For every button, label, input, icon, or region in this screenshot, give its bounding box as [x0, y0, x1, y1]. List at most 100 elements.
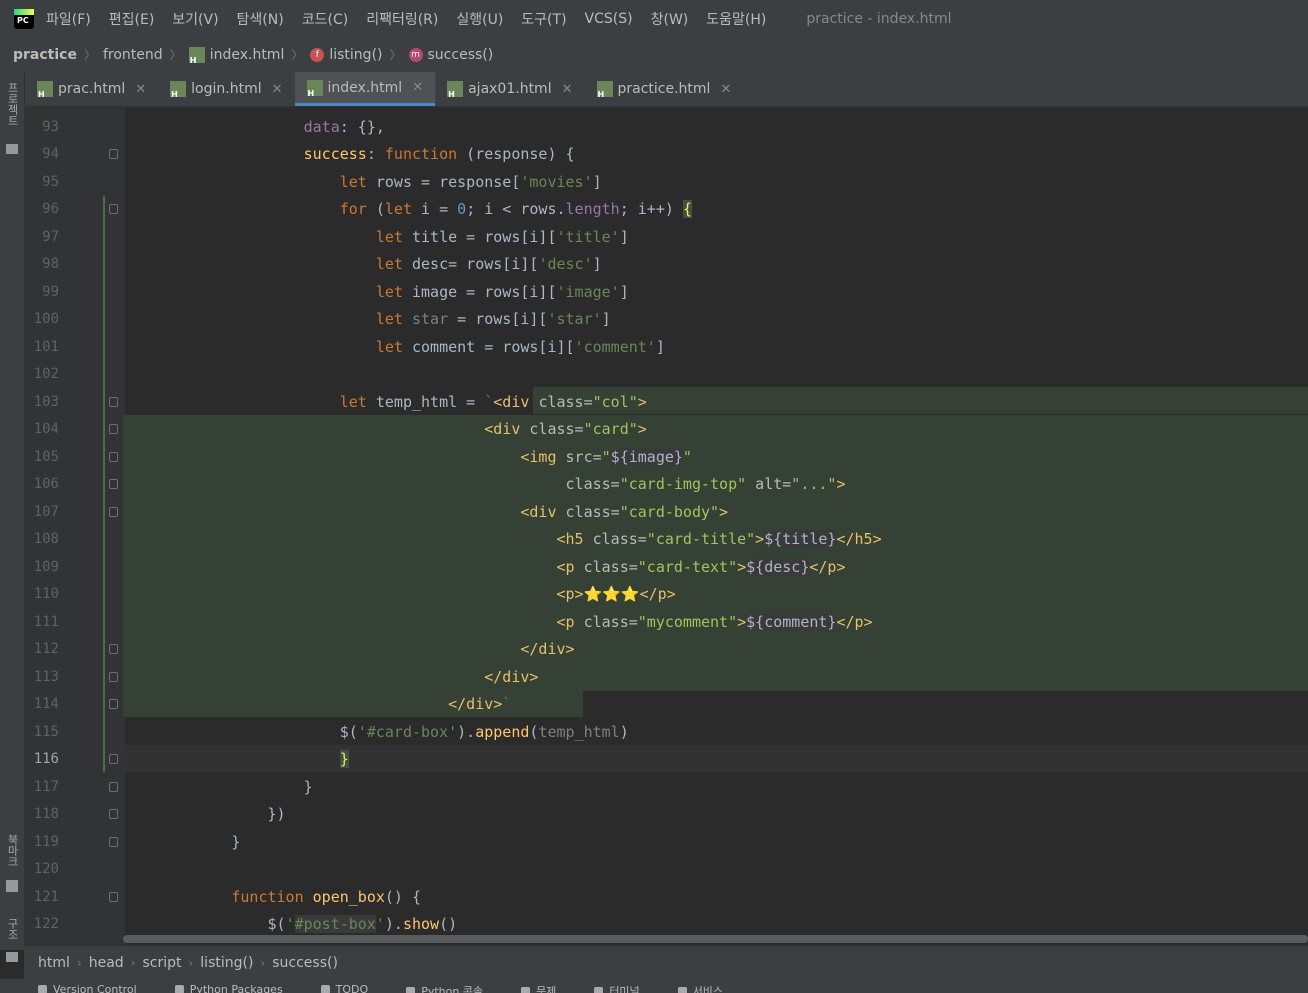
tool-window-bar: Version Control Python Packages TODO Pyt…	[0, 979, 1308, 993]
menu-navigate[interactable]: 탐색(N)	[237, 9, 284, 29]
code-line: 107 <div class="card-body">	[25, 499, 1308, 526]
fold-toggle-icon[interactable]	[109, 892, 118, 902]
fold-toggle-icon[interactable]	[109, 809, 118, 819]
terminal-icon	[594, 986, 604, 993]
tab-label: prac.html	[58, 81, 126, 97]
tab-ajax01-html[interactable]: ajax01.html ✕	[435, 72, 584, 106]
fold-toggle-icon[interactable]	[109, 507, 118, 517]
services-icon	[677, 986, 687, 993]
crumb-head[interactable]: head	[89, 955, 124, 971]
pycharm-logo-icon: PC	[14, 8, 34, 29]
fold-toggle-icon[interactable]	[109, 644, 118, 654]
function-icon: f	[310, 47, 325, 62]
problems-button[interactable]: 문제	[521, 979, 556, 993]
code-line: 97 let title = rows[i]['title']	[25, 224, 1308, 251]
tab-login-html[interactable]: login.html ✕	[158, 72, 294, 106]
nav-file[interactable]: index.html	[188, 46, 284, 65]
chevron-right-icon: 〉	[291, 48, 304, 62]
code-line: 112 </div>	[25, 636, 1308, 663]
todo-button[interactable]: TODO	[320, 979, 369, 993]
nav-method[interactable]: m success()	[408, 47, 493, 63]
fold-toggle-icon[interactable]	[109, 397, 118, 407]
structure-toolwindow-button[interactable]: 구조	[4, 918, 20, 940]
fold-toggle-icon[interactable]	[109, 699, 118, 709]
line-number: 101	[33, 339, 59, 355]
close-icon[interactable]: ✕	[135, 82, 146, 97]
code-line: 105 <img src="${image}"	[25, 444, 1308, 471]
code-line: 106 class="card-img-top" alt="...">	[25, 471, 1308, 498]
tab-prac-html[interactable]: prac.html ✕	[25, 72, 158, 106]
crumb-listing[interactable]: listing()	[200, 955, 253, 971]
menu-window[interactable]: 창(W)	[651, 9, 689, 29]
code-line: 93 data: {},	[25, 114, 1308, 141]
fold-toggle-icon[interactable]	[109, 754, 118, 764]
menu-view[interactable]: 보기(V)	[172, 9, 218, 29]
console-icon	[406, 986, 416, 993]
code-editor[interactable]: 93 data: {}, 94 success: function (respo…	[25, 107, 1308, 945]
fold-toggle-icon[interactable]	[109, 782, 118, 792]
menu-help[interactable]: 도움말(H)	[706, 9, 766, 29]
close-icon[interactable]: ✕	[720, 82, 731, 97]
menu-run[interactable]: 실행(U)	[456, 9, 503, 29]
menu-code[interactable]: 코드(C)	[302, 9, 348, 29]
toolwindow-label: TODO	[335, 983, 369, 993]
crumb-html[interactable]: html	[38, 955, 70, 971]
project-toolwindow-button[interactable]: 프로젝트	[4, 82, 20, 126]
chevron-right-icon: ›	[188, 955, 194, 970]
python-packages-button[interactable]: Python Packages	[174, 979, 283, 993]
nav-project[interactable]: practice	[13, 47, 77, 63]
bookmarks-toolwindow-button[interactable]: 북마크	[4, 834, 20, 867]
nav-folder[interactable]: frontend	[103, 47, 163, 63]
fold-toggle-icon[interactable]	[109, 424, 118, 434]
line-number: 104	[33, 421, 59, 437]
code-line: 95 let rows = response['movies']	[25, 169, 1308, 196]
tab-practice-html[interactable]: practice.html ✕	[585, 72, 744, 106]
code-line: 115 $('#card-box').append(temp_html)	[25, 719, 1308, 746]
menu-vcs[interactable]: VCS(S)	[585, 11, 633, 27]
line-number: 114	[33, 696, 59, 712]
tab-index-html[interactable]: index.html ✕	[294, 72, 436, 106]
crumb-success[interactable]: success()	[272, 955, 338, 971]
close-icon[interactable]: ✕	[272, 82, 283, 97]
code-line: 103 let temp_html = `<div class="col">	[25, 389, 1308, 416]
horizontal-scrollbar[interactable]	[123, 935, 1308, 943]
services-button[interactable]: 서비스	[677, 979, 723, 993]
menu-tools[interactable]: 도구(T)	[521, 9, 566, 29]
bookmark-icon	[6, 880, 18, 892]
fold-toggle-icon[interactable]	[109, 837, 118, 847]
fold-toggle-icon[interactable]	[109, 452, 118, 462]
version-control-button[interactable]: Version Control	[38, 979, 137, 993]
code-line: 98 let desc= rows[i]['desc']	[25, 251, 1308, 278]
line-number: 97	[42, 229, 59, 245]
structure-icon	[6, 952, 18, 962]
code-line: 108 <h5 class="card-title">${title}</h5>	[25, 526, 1308, 553]
fold-toggle-icon[interactable]	[109, 672, 118, 682]
html-file-icon	[447, 81, 464, 99]
line-number: 95	[42, 174, 59, 190]
terminal-button[interactable]: 터미널	[594, 979, 640, 993]
menu-file[interactable]: 파일(F)	[46, 9, 91, 29]
code-line: 111 <p class="mycomment">${comment}</p>	[25, 609, 1308, 636]
python-console-button[interactable]: Python 콘솔	[406, 979, 483, 993]
line-number: 109	[33, 559, 59, 575]
tab-label: ajax01.html	[468, 81, 552, 97]
close-icon[interactable]: ✕	[562, 82, 573, 97]
line-number: 119	[33, 834, 59, 850]
chevron-right-icon: 〉	[83, 48, 96, 62]
html-file-icon	[188, 46, 205, 65]
line-number: 99	[42, 284, 59, 300]
fold-toggle-icon[interactable]	[109, 479, 118, 489]
line-number: 120	[33, 861, 59, 877]
line-number: 94	[42, 146, 59, 162]
line-number: 100	[33, 311, 59, 327]
close-icon[interactable]: ✕	[412, 80, 423, 95]
structure-breadcrumb: html › head › script › listing() › succe…	[24, 945, 1308, 979]
fold-toggle-icon[interactable]	[109, 149, 118, 159]
menu-edit[interactable]: 편집(E)	[109, 9, 155, 29]
crumb-script[interactable]: script	[142, 955, 181, 971]
tab-label: practice.html	[617, 81, 711, 97]
fold-toggle-icon[interactable]	[109, 204, 118, 214]
menu-refactor[interactable]: 리팩터링(R)	[366, 9, 438, 29]
html-file-icon	[170, 81, 187, 99]
nav-function[interactable]: f listing()	[310, 47, 383, 63]
